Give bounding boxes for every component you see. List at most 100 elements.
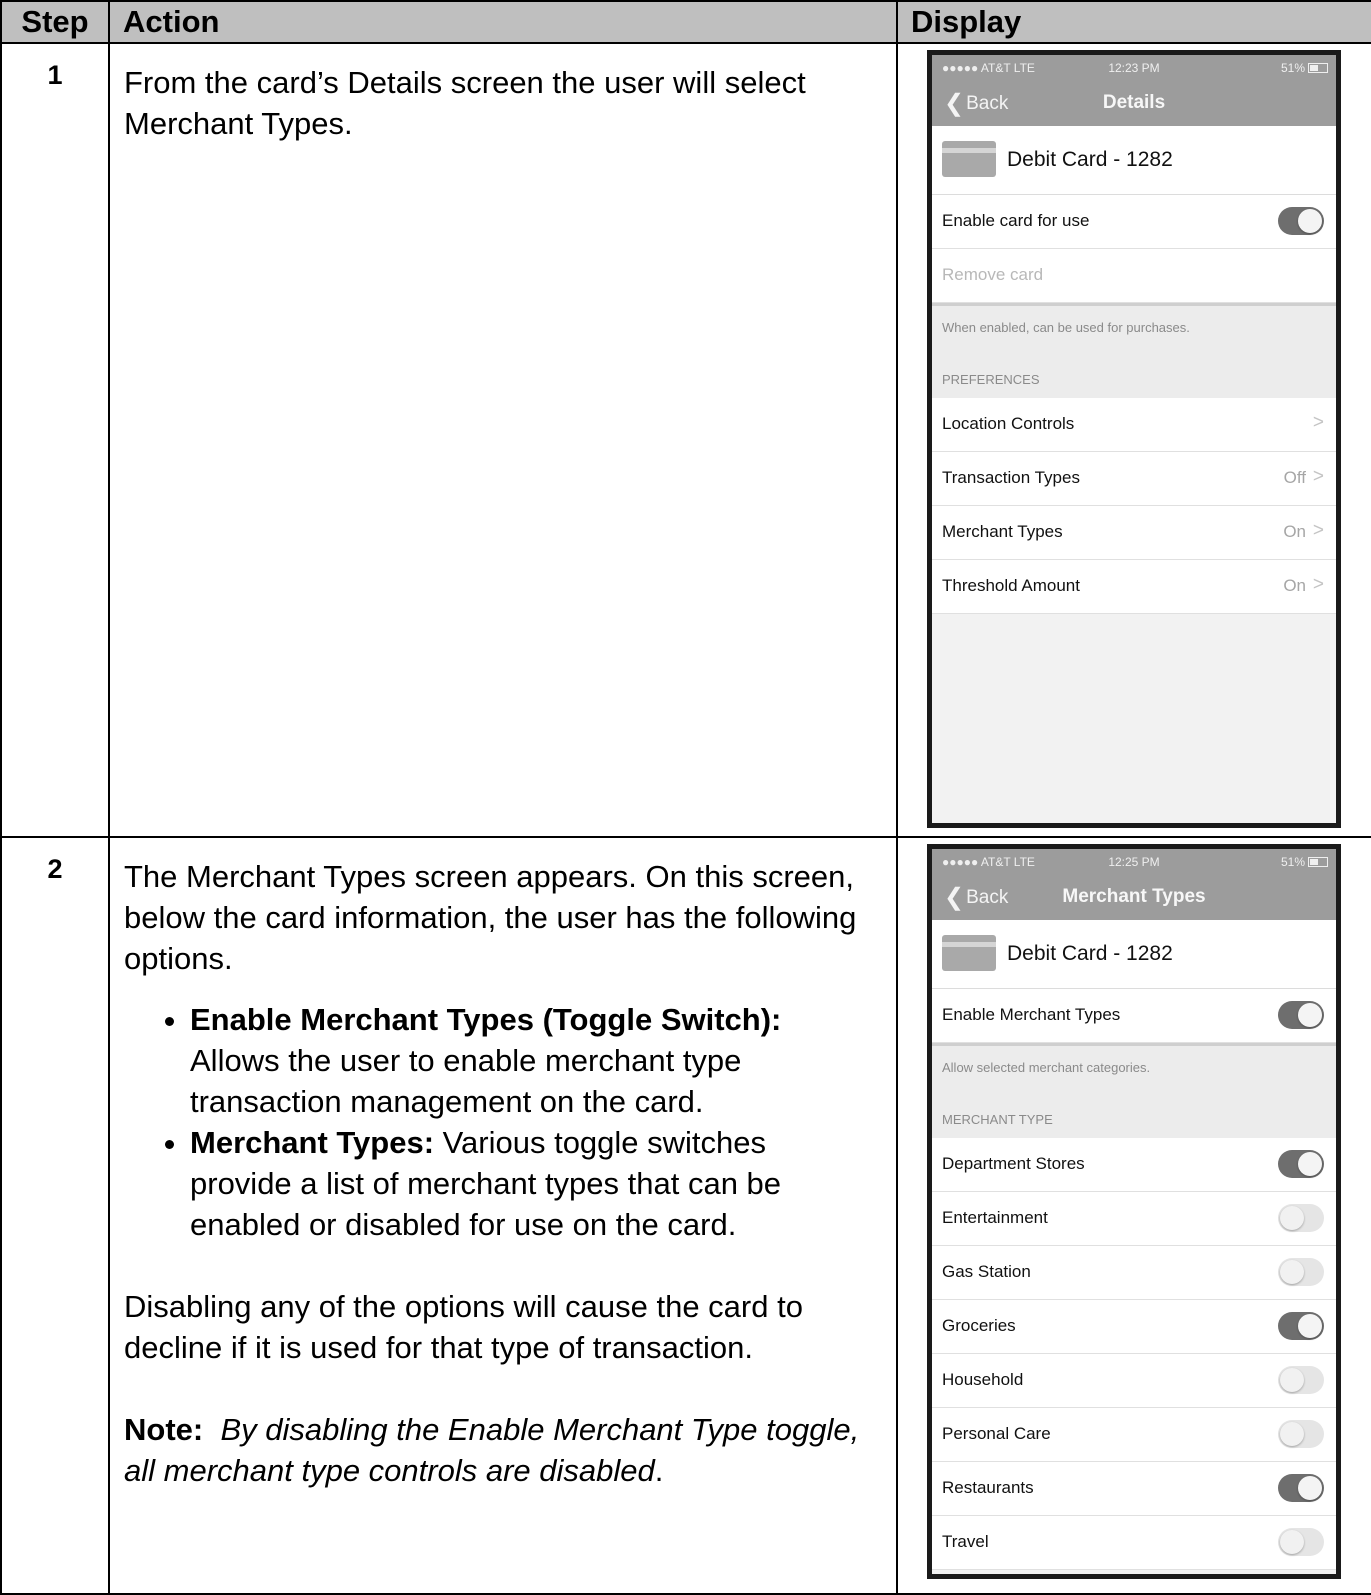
merchant-toggle[interactable] xyxy=(1278,1366,1324,1394)
enable-merchant-types-row: Enable Merchant Types xyxy=(932,989,1336,1043)
status-bar: ●●●●● AT&T LTE 12:23 PM 51% xyxy=(932,55,1336,81)
card-header: Debit Card - 1282 xyxy=(932,920,1336,989)
merchant-row: Gas Station xyxy=(932,1246,1336,1300)
card-icon xyxy=(942,141,996,177)
toggle-knob xyxy=(1280,1206,1304,1230)
card-header: Debit Card - 1282 xyxy=(932,126,1336,195)
preference-label: Transaction Types xyxy=(942,468,1080,487)
note-end: . xyxy=(654,1453,664,1488)
status-bar: ●●●●● AT&T LTE 12:25 PM 51% xyxy=(932,849,1336,875)
step-number: 1 xyxy=(0,42,110,838)
battery-indicator: 51% xyxy=(1281,61,1328,75)
preferences-header: PREFERENCES xyxy=(932,354,1336,398)
card-label: Debit Card - 1282 xyxy=(1007,148,1173,171)
header-step: Step xyxy=(0,0,110,44)
note-paragraph: Note: By disabling the Enable Merchant T… xyxy=(124,1409,876,1491)
toggle-knob xyxy=(1298,1003,1322,1027)
toggle-knob xyxy=(1280,1368,1304,1392)
remove-card-row[interactable]: Remove card xyxy=(932,249,1336,303)
toggle-knob xyxy=(1280,1422,1304,1446)
phone-screenshot-details: ●●●●● AT&T LTE 12:23 PM 51% ❮ Back Detail… xyxy=(927,50,1341,828)
list-item: Enable Merchant Types (Toggle Switch): Al… xyxy=(190,999,876,1122)
merchant-note: Allow selected merchant categories. xyxy=(932,1046,1336,1094)
steps-table: Step Action Display 1 From the card’s De… xyxy=(0,0,1371,1595)
battery-indicator: 51% xyxy=(1281,855,1328,869)
merchant-row: Travel xyxy=(932,1516,1336,1570)
action-cell: The Merchant Types screen appears. On th… xyxy=(108,836,898,1595)
phone-screenshot-merchant-types: ●●●●● AT&T LTE 12:25 PM 51% ❮ Back Mercha… xyxy=(927,844,1341,1579)
merchant-toggle[interactable] xyxy=(1278,1258,1324,1286)
preference-row[interactable]: Merchant Types On > xyxy=(932,506,1336,560)
enable-merchant-types-label: Enable Merchant Types xyxy=(942,1005,1121,1024)
preferences-header-text: PREFERENCES xyxy=(942,372,1040,387)
nav-title: Merchant Types xyxy=(1062,886,1206,907)
merchant-row: Department Stores xyxy=(932,1138,1336,1192)
merchant-toggle[interactable] xyxy=(1278,1204,1324,1232)
action-text: From the card’s Details screen the user … xyxy=(124,65,806,141)
toggle-knob xyxy=(1280,1530,1304,1554)
merchant-label: Travel xyxy=(942,1532,989,1551)
bullet-term: Merchant Types: xyxy=(190,1125,435,1160)
preference-value: Off xyxy=(1283,468,1306,487)
nav-bar: ❮ Back Details xyxy=(932,81,1336,126)
enable-card-row: Enable card for use xyxy=(932,195,1336,249)
preference-row[interactable]: Location Controls > xyxy=(932,398,1336,452)
display-cell: ●●●●● AT&T LTE 12:23 PM 51% ❮ Back Detail… xyxy=(896,42,1371,838)
toggle-knob xyxy=(1298,1314,1322,1338)
merchant-label: Restaurants xyxy=(942,1478,1034,1497)
preference-row[interactable]: Transaction Types Off > xyxy=(932,452,1336,506)
battery-text: 51% xyxy=(1280,855,1305,869)
merchant-label: Household xyxy=(942,1370,1024,1389)
merchant-label: Entertainment xyxy=(942,1208,1048,1227)
merchant-type-list: Department Stores Entertainment Gas Statio… xyxy=(932,1138,1336,1570)
step-row-1: 1 From the card’s Details screen the use… xyxy=(0,42,1371,838)
card-icon xyxy=(942,935,996,971)
preference-label: Merchant Types xyxy=(942,522,1063,541)
action-cell: From the card’s Details screen the user … xyxy=(108,42,898,838)
merchant-row: Personal Care xyxy=(932,1408,1336,1462)
nav-bar: ❮ Back Merchant Types xyxy=(932,875,1336,920)
note-label: Note: xyxy=(124,1412,204,1447)
merchant-type-header: MERCHANT TYPE xyxy=(932,1094,1336,1138)
preference-row[interactable]: Threshold Amount On > xyxy=(932,560,1336,614)
toggle-knob xyxy=(1280,1260,1304,1284)
enable-note: When enabled, can be used for purchases. xyxy=(932,306,1336,354)
clock-text: 12:23 PM xyxy=(1108,61,1160,75)
chevron-right-icon: > xyxy=(1312,574,1324,595)
card-label: Debit Card - 1282 xyxy=(1007,942,1173,965)
disabling-paragraph: Disabling any of the options will cause … xyxy=(124,1289,803,1365)
header-display: Display xyxy=(896,0,1371,44)
list-item: Merchant Types: Various toggle switches … xyxy=(190,1122,876,1245)
enable-note-text: When enabled, can be used for purchases. xyxy=(942,320,1190,335)
merchant-row: Entertainment xyxy=(932,1192,1336,1246)
bullet-desc: Allows the user to enable merchant type … xyxy=(190,1043,742,1119)
intro-text: The Merchant Types screen appears. On th… xyxy=(124,859,857,976)
preference-value: On xyxy=(1283,522,1306,541)
header-row: Step Action Display xyxy=(0,0,1371,44)
header-action: Action xyxy=(108,0,898,44)
merchant-row: Restaurants xyxy=(932,1462,1336,1516)
options-list: Enable Merchant Types (Toggle Switch): Al… xyxy=(124,999,876,1245)
preferences-list: Location Controls > Transaction Types Off > M… xyxy=(932,398,1336,614)
battery-text: 51% xyxy=(1280,61,1305,75)
toggle-knob xyxy=(1298,209,1322,233)
merchant-toggle[interactable] xyxy=(1278,1528,1324,1556)
merchant-toggle[interactable] xyxy=(1278,1420,1324,1448)
enable-card-label: Enable card for use xyxy=(942,211,1090,230)
preference-label: Threshold Amount xyxy=(942,576,1080,595)
preference-value: On xyxy=(1283,576,1306,595)
nav-title: Details xyxy=(1102,92,1166,113)
chevron-right-icon: > xyxy=(1312,466,1324,487)
preference-label: Location Controls xyxy=(942,414,1075,433)
merchant-row: Groceries xyxy=(932,1300,1336,1354)
merchant-type-header-text: MERCHANT TYPE xyxy=(942,1112,1053,1127)
merchant-toggle[interactable] xyxy=(1278,1150,1324,1178)
enable-card-toggle[interactable] xyxy=(1278,207,1324,235)
toggle-knob xyxy=(1298,1152,1322,1176)
step-row-2: 2 The Merchant Types screen appears. On … xyxy=(0,836,1371,1595)
enable-merchant-types-toggle[interactable] xyxy=(1278,1001,1324,1029)
remove-card-label: Remove card xyxy=(942,265,1044,284)
merchant-toggle[interactable] xyxy=(1278,1474,1324,1502)
merchant-toggle[interactable] xyxy=(1278,1312,1324,1340)
merchant-label: Personal Care xyxy=(942,1424,1051,1443)
